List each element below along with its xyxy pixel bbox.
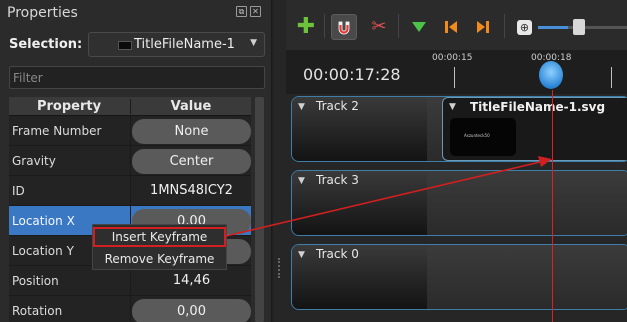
chevron-down-icon: ▼ bbox=[250, 38, 257, 48]
timeline-toolbar: ✚ ✂ ⊕ bbox=[286, 0, 627, 50]
column-header-value[interactable]: Value bbox=[130, 99, 251, 114]
table-row[interactable]: Gravity Center bbox=[9, 146, 251, 176]
track-row[interactable]: ▼ Track 3 bbox=[291, 170, 627, 236]
toolbar-separator bbox=[504, 14, 505, 38]
selection-label: Selection: bbox=[9, 37, 83, 52]
panel-title: Properties bbox=[7, 5, 78, 21]
properties-scrollbar[interactable] bbox=[253, 97, 266, 322]
table-row[interactable]: ID 1MNS48ICY2 bbox=[9, 176, 251, 206]
toolbar-separator bbox=[398, 14, 399, 38]
insert-keyframe-menu-item[interactable]: Insert Keyframe bbox=[93, 227, 226, 247]
panel-splitter[interactable] bbox=[273, 0, 286, 322]
property-name: ID bbox=[12, 184, 25, 198]
collapse-triangle-icon[interactable]: ▼ bbox=[298, 250, 305, 260]
collapse-triangle-icon[interactable]: ▼ bbox=[298, 176, 305, 186]
track-name: Track 2 bbox=[316, 99, 359, 113]
scrollbar-thumb[interactable] bbox=[255, 97, 264, 322]
track-row[interactable]: ▼ Track 0 bbox=[291, 244, 627, 310]
filter-input[interactable]: Filter bbox=[9, 66, 265, 89]
property-name: Frame Number bbox=[12, 124, 102, 138]
track-header[interactable]: ▼ Track 0 bbox=[292, 245, 427, 309]
property-name: Gravity bbox=[12, 154, 56, 168]
property-name: Location X bbox=[12, 214, 75, 228]
property-value[interactable]: Center bbox=[132, 149, 251, 174]
track-name: Track 0 bbox=[316, 247, 359, 261]
property-name: Position bbox=[12, 274, 59, 288]
track-lane[interactable] bbox=[427, 171, 627, 235]
timeline-clip[interactable]: ▼ TitleFileName-1.svg Aszunteck50 bbox=[442, 97, 627, 161]
property-value[interactable]: 0,00 bbox=[132, 299, 251, 322]
zoom-slider-handle[interactable] bbox=[573, 19, 585, 35]
add-marker-icon[interactable] bbox=[406, 14, 432, 40]
ruler-tick bbox=[611, 67, 612, 88]
close-icon[interactable]: ✕ bbox=[250, 6, 261, 17]
properties-table: Property Value Frame Number None Gravity… bbox=[9, 97, 251, 322]
float-icon[interactable]: ⧉ bbox=[236, 6, 247, 17]
razor-icon[interactable]: ✂ bbox=[366, 14, 392, 40]
timeline-panel: ✚ ✂ ⊕ 00:00:17:28 00:00:15 00:00:18 ▼ Tr… bbox=[286, 0, 627, 322]
toolbar-separator bbox=[324, 14, 325, 38]
timeline-ruler[interactable]: 00:00:17:28 00:00:15 00:00:18 bbox=[286, 50, 627, 94]
clip-name: TitleFileName-1.svg bbox=[470, 100, 606, 114]
track-lane[interactable] bbox=[427, 245, 627, 309]
property-value[interactable]: 14,46 bbox=[131, 273, 251, 288]
table-header: Property Value bbox=[9, 97, 251, 116]
playhead-line bbox=[552, 90, 553, 322]
zoom-icon: ⊕ bbox=[517, 20, 532, 35]
table-row[interactable]: Frame Number None bbox=[9, 116, 251, 146]
current-time-display: 00:00:17:28 bbox=[303, 65, 401, 84]
track-header[interactable]: ▼ Track 3 bbox=[292, 171, 427, 235]
property-value[interactable]: None bbox=[132, 119, 251, 144]
table-row[interactable]: Rotation 0,00 bbox=[9, 296, 251, 322]
table-row[interactable]: Position 14,46 bbox=[9, 266, 251, 296]
track-row[interactable]: ▼ Track 2 ▼ TitleFileName-1.svg Aszuntec… bbox=[291, 96, 627, 162]
previous-marker-icon[interactable] bbox=[438, 14, 464, 40]
context-menu: Insert Keyframe Remove Keyframe bbox=[92, 224, 227, 270]
column-header-property[interactable]: Property bbox=[9, 99, 129, 114]
property-name: Location Y bbox=[12, 244, 74, 258]
selection-value: TitleFileName-1 bbox=[134, 37, 235, 52]
add-track-icon[interactable]: ✚ bbox=[293, 14, 319, 40]
property-name: Rotation bbox=[12, 304, 63, 318]
collapse-triangle-icon[interactable]: ▼ bbox=[298, 102, 305, 112]
clip-thumbnail-icon bbox=[118, 41, 132, 50]
snap-magnet-icon[interactable] bbox=[331, 14, 357, 40]
track-header[interactable]: ▼ Track 2 bbox=[292, 97, 427, 161]
collapse-triangle-icon[interactable]: ▼ bbox=[449, 102, 456, 112]
zoom-slider-fill bbox=[538, 26, 568, 29]
panel-window-buttons: ⧉ ✕ bbox=[236, 6, 261, 17]
filter-placeholder: Filter bbox=[13, 71, 43, 85]
selection-dropdown[interactable]: TitleFileName-1 ▼ bbox=[88, 32, 265, 57]
remove-keyframe-menu-item[interactable]: Remove Keyframe bbox=[93, 249, 226, 269]
playhead-handle[interactable] bbox=[539, 61, 563, 89]
track-name: Track 3 bbox=[316, 173, 359, 187]
properties-panel: Properties ⧉ ✕ Selection: TitleFileName-… bbox=[0, 0, 272, 322]
clip-thumbnail-text: Aszunteck50 bbox=[464, 133, 490, 138]
ruler-tick bbox=[454, 67, 455, 88]
clip-thumbnail: Aszunteck50 bbox=[450, 118, 516, 156]
property-value[interactable]: 1MNS48ICY2 bbox=[131, 183, 251, 198]
next-marker-icon[interactable] bbox=[470, 14, 496, 40]
ruler-tick-label: 00:00:15 bbox=[432, 53, 473, 63]
splitter-grip-icon[interactable] bbox=[278, 258, 281, 278]
